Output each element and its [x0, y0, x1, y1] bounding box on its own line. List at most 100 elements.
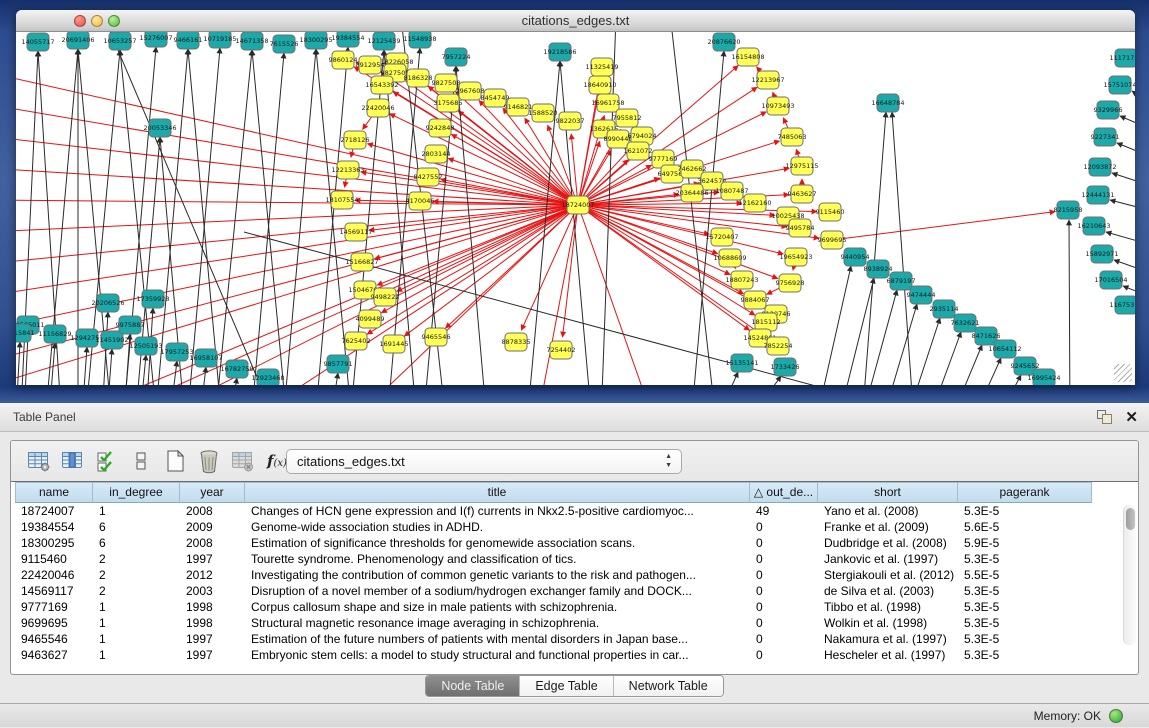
resize-grip-icon[interactable]: [1114, 364, 1132, 382]
graph-node-label: 9884067: [741, 296, 770, 304]
table-cell-in_degree: 2: [93, 567, 180, 583]
graph-node-label: 7462662: [678, 165, 707, 173]
graph-node-label: 4099489: [356, 315, 385, 323]
graph-node-label: 7625402: [342, 337, 371, 345]
table-cell-out_de: 0: [750, 599, 818, 615]
graph-node-label: 9756928: [776, 279, 805, 287]
tab-edge-table[interactable]: Edge Table: [520, 676, 613, 696]
window-titlebar[interactable]: citations_edges.txt: [16, 10, 1135, 32]
column-header-year[interactable]: year: [180, 482, 245, 503]
column-header-pagerank[interactable]: pagerank: [958, 482, 1092, 503]
graph-node-label: 11171738: [1109, 54, 1135, 62]
row-height-icon[interactable]: [126, 446, 156, 476]
graph-node-label: 14569117: [339, 228, 372, 236]
table-cell-title: Changes of HCN gene expression and I(f) …: [245, 503, 750, 519]
table-toolbar: f(x) citations_edges.txt ▲▼: [11, 441, 1138, 482]
graph-node-label: 1691445: [380, 340, 409, 348]
table-cell-name: 9699695: [15, 615, 93, 631]
graph-node-label: 9827508: [432, 79, 461, 87]
graph-node-label: 16154808: [731, 53, 764, 61]
network-canvas[interactable]: 1405571720691406106532571527600794661611…: [16, 32, 1135, 385]
table-cell-year: 1997: [180, 631, 245, 647]
graph-node-label: 10653257: [103, 37, 136, 45]
table-cell-pagerank: 5.3E-5: [958, 615, 1092, 631]
delete-table-icon[interactable]: [228, 446, 258, 476]
table-cell-in_degree: 6: [93, 535, 180, 551]
graph-node-label: 12093872: [1083, 163, 1116, 171]
table-row[interactable]: 911546021997Tourette syndrome. Phenomeno…: [15, 551, 1138, 567]
table-cell-short: Tibbo et al. (1998): [818, 599, 958, 615]
tab-network-table[interactable]: Network Table: [614, 676, 723, 696]
table-cell-pagerank: 5.9E-5: [958, 535, 1092, 551]
table-row[interactable]: 1456911722003Disruption of a novel membe…: [15, 583, 1138, 599]
table-cell-name: 22420046: [15, 567, 93, 583]
chevron-up-down-icon: ▲▼: [665, 452, 672, 470]
graph-node-label: 9466161: [174, 36, 203, 44]
graph-node-label: 1621072: [624, 147, 653, 155]
graph-node-label: 15892971: [1085, 250, 1118, 258]
table-row[interactable]: 946554611997Estimation of the future num…: [15, 631, 1138, 647]
graph-node-label: 17016504: [1094, 276, 1127, 284]
graph-node-label: 11675312: [1109, 301, 1135, 309]
table-cell-year: 2009: [180, 519, 245, 535]
table-row[interactable]: 1938455462009Genome-wide association stu…: [15, 519, 1138, 535]
table-row[interactable]: 946362711997Embryonic stem cells: a mode…: [15, 647, 1138, 663]
table-cell-year: 2012: [180, 567, 245, 583]
network-graph: 1405571720691406106532571527600794661611…: [16, 32, 1135, 385]
column-header-in_degree[interactable]: in_degree: [93, 482, 180, 503]
table-row[interactable]: 1872400712008Changes of HCN gene express…: [15, 503, 1138, 519]
table-column-icon[interactable]: [58, 446, 88, 476]
table-settings-icon[interactable]: [24, 446, 54, 476]
float-panel-icon[interactable]: [1097, 410, 1113, 425]
table-cell-name: 18724007: [15, 503, 93, 519]
table-cell-title: Estimation of significance thresholds fo…: [245, 535, 750, 551]
column-header-title[interactable]: title: [245, 482, 750, 503]
table-cell-title: Genome-wide association studies in ADHD.: [245, 519, 750, 535]
graph-node-label: 20876620: [707, 38, 740, 46]
graph-node-label: 7632621: [951, 319, 980, 327]
graph-node-label: 8938924: [864, 265, 893, 273]
table-cell-pagerank: 5.6E-5: [958, 519, 1092, 535]
column-header-short[interactable]: short: [818, 482, 958, 503]
new-table-icon[interactable]: [160, 446, 190, 476]
graph-node-label: 7955812: [613, 114, 642, 122]
graph-node-label: 1588520: [529, 109, 558, 117]
graph-node-label: 20691406: [61, 36, 94, 44]
graph-node-label: 20206526: [91, 299, 124, 307]
table-cell-title: Estimation of the future numbers of pati…: [245, 631, 750, 647]
graph-node-label: 7254402: [547, 346, 576, 354]
delete-entries-icon[interactable]: [194, 446, 224, 476]
graph-node-label: 9822037: [556, 117, 585, 125]
graph-node-label: 9227341: [1091, 133, 1120, 141]
table-row[interactable]: 977716911998Corpus callosum shape and si…: [15, 599, 1138, 615]
table-cell-title: Corpus callosum shape and size in male p…: [245, 599, 750, 615]
graph-node-label: 11548938: [403, 35, 436, 43]
table-cell-in_degree: 6: [93, 519, 180, 535]
close-panel-icon[interactable]: ✕: [1125, 408, 1138, 427]
graph-node-label: 14671358: [235, 37, 268, 45]
graph-node-label: 11325419: [585, 63, 618, 71]
table-cell-title: Embryonic stem cells: a model to study s…: [245, 647, 750, 663]
table-row[interactable]: 1830029562008Estimation of significance …: [15, 535, 1138, 551]
scrollbar-thumb[interactable]: [1126, 508, 1135, 530]
column-header-out_de[interactable]: △ out_de...: [750, 482, 818, 503]
table-cell-title: Tourette syndrome. Phenomenology and cla…: [245, 551, 750, 567]
graph-node-label: 16210643: [1077, 222, 1110, 230]
column-header-name[interactable]: name: [15, 482, 93, 503]
graph-node-label: 7852254: [764, 342, 793, 350]
table-cell-name: 18300295: [15, 535, 93, 551]
select-rows-icon[interactable]: [92, 446, 122, 476]
graph-node-label: 9465546: [422, 333, 451, 341]
tab-node-table[interactable]: Node Table: [426, 676, 520, 696]
node-table: namein_degreeyeartitle△ out_de...shortpa…: [15, 482, 1138, 674]
graph-node-label: 9329966: [1094, 106, 1123, 114]
graph-node-label: 4170046: [406, 197, 435, 205]
graph-node-label: 2718126: [341, 136, 370, 144]
vertical-scrollbar[interactable]: [1123, 505, 1136, 645]
table-row[interactable]: 969969511998Structural magnetic resonanc…: [15, 615, 1138, 631]
desktop-background: citations_edges.txt 14055717206914061065…: [0, 0, 1149, 403]
table-row[interactable]: 2242004622012Investigating the contribut…: [15, 567, 1138, 583]
network-file-select[interactable]: citations_edges.txt ▲▼: [286, 449, 682, 474]
graph-node-label: 15720407: [705, 233, 738, 241]
graph-node-label: 12125439: [367, 37, 400, 45]
